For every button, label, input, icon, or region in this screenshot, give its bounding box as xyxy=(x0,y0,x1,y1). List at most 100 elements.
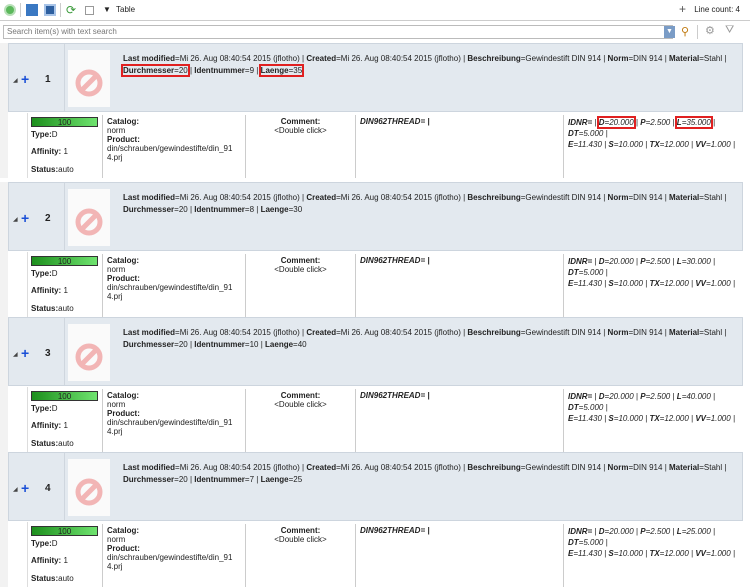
field: Material=Stahl xyxy=(669,328,723,337)
field-value: DIN 914 xyxy=(633,463,663,472)
field: Last modified=Mi 26. Aug 08:40:54 2015 (… xyxy=(123,328,300,337)
params-cell: IDNR= | D=20.000 | P=2.500 | L=35.000 | … xyxy=(568,116,736,149)
row-attributes: Last modified=Mi 26. Aug 08:40:54 2015 (… xyxy=(123,193,727,214)
field-label: Created xyxy=(306,54,337,63)
param-value: 40.000 xyxy=(686,392,711,401)
expand-arrow-icon[interactable]: ◢ xyxy=(13,77,18,84)
expand-arrow-icon[interactable]: ◢ xyxy=(13,351,18,358)
param-L: L=30.000 xyxy=(676,257,711,266)
param-value: 10.000 xyxy=(618,414,643,423)
param-DT: DT=5.000 xyxy=(568,129,604,138)
row-number: 2 xyxy=(45,213,51,224)
param-L: L=40.000 xyxy=(676,392,711,401)
field: Created=Mi 26. Aug 08:40:54 2015 (jfloth… xyxy=(306,193,461,202)
param-value: 11.430 xyxy=(578,549,602,558)
param-value: 20.000 xyxy=(609,257,634,266)
expand-arrow-icon[interactable]: ◢ xyxy=(13,216,18,223)
catalog-cell: Catalog: norm Product: din/schrauben/gewind… xyxy=(102,389,246,452)
row-number: 4 xyxy=(45,483,51,494)
search-input[interactable]: Search item(s) with text search xyxy=(3,25,673,39)
params-cell: IDNR= | D=20.000 | P=2.500 | L=40.000 | … xyxy=(568,392,736,423)
view-dropdown-icon[interactable]: ▼ xyxy=(103,5,111,14)
export-icon[interactable] xyxy=(26,4,38,16)
match-score-bar: 100 xyxy=(31,117,98,127)
table-row[interactable]: ◢ + 3 Last modified=Mi 26. Aug 08:40:54 … xyxy=(8,317,743,386)
param-L: L=35.000 xyxy=(674,116,713,129)
comment-cell[interactable]: Comment: <Double click> xyxy=(246,389,356,452)
line-count: Line count: 4 xyxy=(694,5,740,14)
param-D: D=20.000 xyxy=(598,392,634,401)
refresh-icon[interactable]: ⟳ xyxy=(66,4,78,16)
field: Last modified=Mi 26. Aug 08:40:54 2015 (… xyxy=(123,193,300,202)
field-label: Laenge xyxy=(260,475,289,484)
field-value: Mi 26. Aug 08:40:54 2015 (jflotho) xyxy=(340,193,461,202)
row-attributes: Last modified=Mi 26. Aug 08:40:54 2015 (… xyxy=(123,328,727,349)
expand-arrow-icon[interactable]: ◢ xyxy=(13,486,18,493)
report-icon[interactable] xyxy=(44,4,56,16)
field-value: Mi 26. Aug 08:40:54 2015 (jflotho) xyxy=(179,54,300,63)
param-value: 11.430 xyxy=(578,414,602,423)
result-group: ◢ + 2 Last modified=Mi 26. Aug 08:40:54 … xyxy=(0,182,743,317)
field: Last modified=Mi 26. Aug 08:40:54 2015 (… xyxy=(123,54,300,63)
field-label: Beschreibung xyxy=(467,463,521,472)
field-value: 9 xyxy=(249,66,255,75)
param-D: D=20.000 xyxy=(598,527,634,536)
param-value: 1.000 xyxy=(710,549,731,558)
param-TX: TX=12.000 xyxy=(649,140,689,149)
plus-icon[interactable]: + xyxy=(21,71,29,87)
field: Laenge=25 xyxy=(260,475,303,484)
comment-cell[interactable]: Comment: <Double click> xyxy=(246,524,356,587)
param-S: S=10.000 xyxy=(608,279,643,288)
row-detail: 100 Type:D Affinity: 1 Status:auto Catal… xyxy=(27,387,743,452)
affinity: Affinity: 1 xyxy=(31,147,68,156)
row-attributes: Last modified=Mi 26. Aug 08:40:54 2015 (… xyxy=(123,463,727,484)
thread-cell: DIN962THREAD= | xyxy=(356,254,564,317)
table-row[interactable]: ◢ + 2 Last modified=Mi 26. Aug 08:40:54 … xyxy=(8,182,743,251)
search-dropdown-icon[interactable]: ▼ xyxy=(664,26,675,38)
catalog-cell: Catalog: norm Product: din/schrauben/gewind… xyxy=(102,254,246,317)
table-row[interactable]: ◢ + 4 Last modified=Mi 26. Aug 08:40:54 … xyxy=(8,452,743,521)
param-value: 12.000 xyxy=(664,414,689,423)
separator xyxy=(20,3,21,17)
field-label: Created xyxy=(306,193,337,202)
field-label: Material xyxy=(669,463,700,472)
field-value: DIN 914 xyxy=(633,54,663,63)
type: Type:D xyxy=(31,269,58,278)
field: Norm=DIN 914 xyxy=(607,54,663,63)
plus-icon[interactable]: + xyxy=(21,480,29,496)
param-value: 11.430 xyxy=(578,140,602,149)
gutter xyxy=(0,182,8,317)
collapse-icon[interactable] xyxy=(85,6,94,15)
comment-cell[interactable]: Comment: <Double click> xyxy=(246,115,356,178)
param-S: S=10.000 xyxy=(608,140,643,149)
comment-cell[interactable]: Comment: <Double click> xyxy=(246,254,356,317)
param-D: D=20.000 xyxy=(596,116,636,129)
field-value: 25 xyxy=(293,475,303,484)
field-value: Stahl xyxy=(703,463,723,472)
type: Type:D xyxy=(31,130,58,139)
table-row[interactable]: ◢ + 1 Last modified=Mi 26. Aug 08:40:54 … xyxy=(8,43,743,112)
field-value: Stahl xyxy=(703,328,723,337)
search-filter-icon[interactable]: ⚲ xyxy=(681,25,689,38)
plus-icon[interactable]: + xyxy=(21,345,29,361)
field: Identnummer=7 xyxy=(194,475,255,484)
field: Laenge=40 xyxy=(265,340,307,349)
plus-icon[interactable]: + xyxy=(21,210,29,226)
add-icon[interactable] xyxy=(4,4,16,16)
param-VV: VV=1.000 xyxy=(695,414,731,423)
view-dropdown[interactable]: Table xyxy=(116,5,135,14)
field: Durchmesser=20 xyxy=(123,205,188,214)
field: Durchmesser=20 xyxy=(121,64,190,77)
field-label: Identnummer xyxy=(194,205,245,214)
thread-cell: DIN962THREAD= | xyxy=(356,524,564,587)
field-value: DIN 914 xyxy=(633,328,663,337)
field-label: Beschreibung xyxy=(467,193,521,202)
field-value: Stahl xyxy=(703,54,723,63)
filter-icon[interactable]: ⛛ xyxy=(725,24,734,37)
param-P: P=2.500 xyxy=(640,392,671,401)
plus-icon[interactable]: + xyxy=(679,2,686,16)
field: Beschreibung=Gewindestift DIN 914 xyxy=(467,193,602,202)
field-value: Mi 26. Aug 08:40:54 2015 (jflotho) xyxy=(340,328,461,337)
field-value: 7 xyxy=(249,475,255,484)
settings-icon[interactable]: ⚙ xyxy=(705,24,715,37)
